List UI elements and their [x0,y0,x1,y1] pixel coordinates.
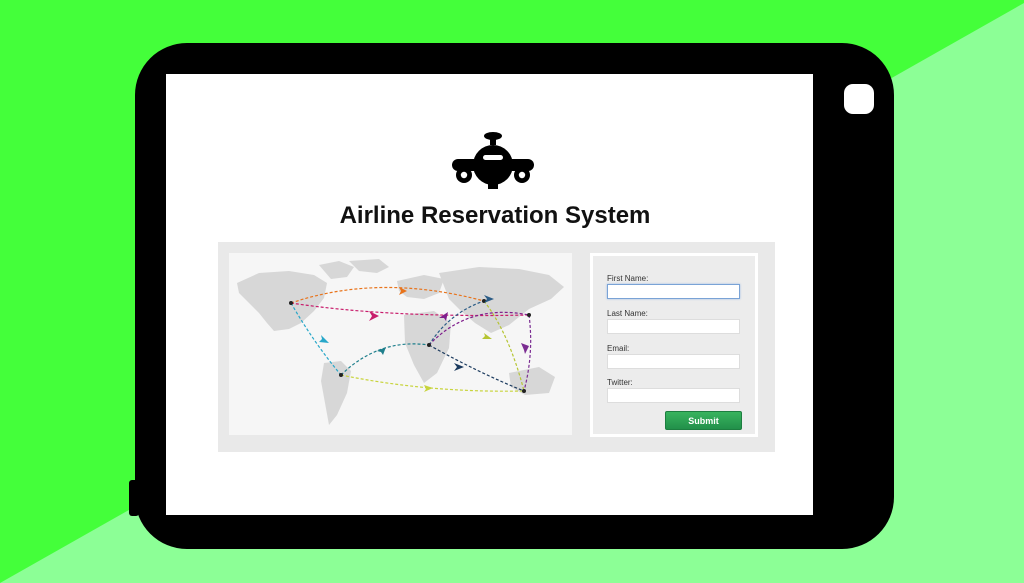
page-title: Airline Reservation System [339,202,651,229]
last-name-field[interactable] [607,319,740,334]
content-panel: First Name: Last Name: Email: Twitter: S… [218,242,775,452]
email-label: Email: [607,344,630,353]
reservation-form: First Name: Last Name: Email: Twitter: S… [590,253,758,437]
first-name-label: First Name: [607,274,649,283]
first-name-field[interactable] [607,284,740,299]
submit-button[interactable]: Submit [665,411,742,430]
airplane-front-icon [452,132,534,189]
world-map-flight-routes [237,259,564,425]
world-map-image [229,253,572,435]
home-button[interactable] [844,84,874,114]
tablet-screen: Airline Reservation System First Name: L… [166,74,813,515]
email-field[interactable] [607,354,740,369]
last-name-label: Last Name: [607,309,648,318]
twitter-label: Twitter: [607,378,633,387]
twitter-field[interactable] [607,388,740,403]
